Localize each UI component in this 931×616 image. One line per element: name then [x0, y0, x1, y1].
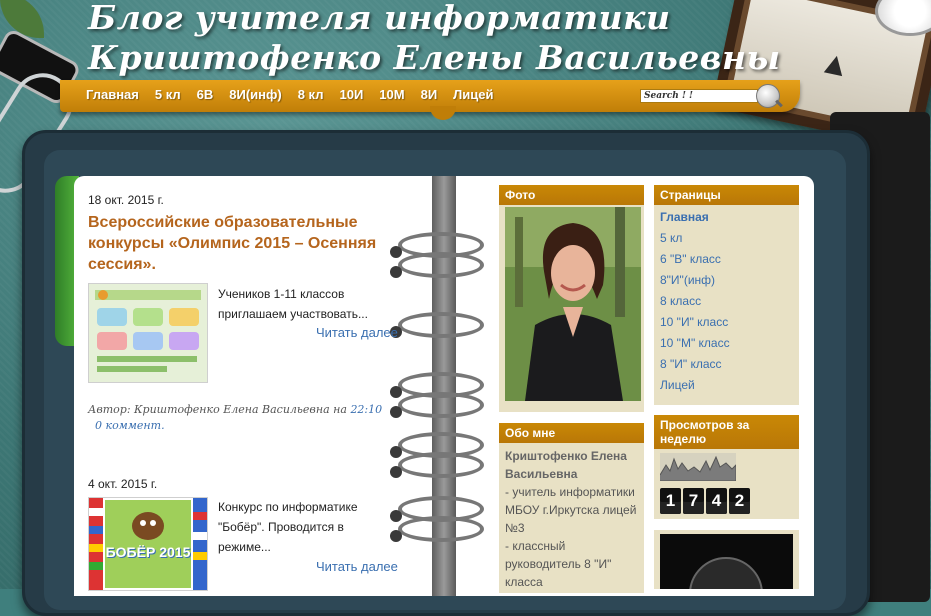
read-more-link[interactable]: Читать далее: [316, 325, 398, 340]
counter-digit: 4: [706, 488, 727, 514]
author-name: Криштофенко Елена Васильевна: [505, 449, 627, 481]
views-widget-title: Просмотров за неделю: [654, 415, 799, 449]
nav-item-10m[interactable]: 10М: [379, 87, 404, 102]
page-link-10m[interactable]: 10 "М" класс: [654, 333, 799, 354]
views-widget: Просмотров за неделю 1 7 4 2: [654, 415, 799, 519]
views-sparkline: [659, 453, 737, 482]
post-date: 4 окт. 2015 г.: [88, 477, 158, 491]
author-photo: [505, 207, 641, 401]
extra-widget: [654, 530, 799, 589]
nav-item-8kl[interactable]: 8 кл: [298, 87, 324, 102]
binder-ring: [390, 312, 484, 338]
photo-widget-title: Фото: [499, 185, 644, 205]
blog-title: Блог учителя информатики Криштофенко Еле…: [88, 0, 781, 77]
views-counter: 1 7 4 2: [660, 488, 793, 514]
page-link-lyceum[interactable]: Лицей: [654, 375, 799, 396]
clock-widget: [660, 534, 793, 589]
nav-menu: Главная 5 кл 6В 8И(инф) 8 кл 10И 10М 8И …: [86, 87, 510, 102]
about-widget: Обо мне Криштофенко Елена Васильевна - у…: [499, 423, 644, 593]
about-line: - классный руководитель 8 "И" класса: [505, 539, 612, 589]
page-link-8i-inf[interactable]: 8"И"(инф): [654, 270, 799, 291]
nav-item-6v[interactable]: 6В: [197, 87, 214, 102]
binder-ring: [390, 392, 484, 418]
counter-digit: 2: [729, 488, 750, 514]
post-thumbnail[interactable]: БОБЁР 2015: [88, 497, 208, 591]
author-text: Автор: Криштофенко Елена Васильевна на: [88, 403, 347, 416]
about-line: - учитель информатики МБОУ г.Иркутска ли…: [505, 485, 637, 535]
post-excerpt: Конкурс по информатике "Бобёр". Проводит…: [218, 500, 358, 554]
read-more-link[interactable]: Читать далее: [316, 559, 398, 574]
page-link-6v[interactable]: 6 "В" класс: [654, 249, 799, 270]
binder-ring: [390, 516, 484, 542]
page-link-5kl[interactable]: 5 кл: [654, 228, 799, 249]
pages-widget-title: Страницы: [654, 185, 799, 205]
about-widget-title: Обо мне: [499, 423, 644, 443]
nav-item-5kl[interactable]: 5 кл: [155, 87, 181, 102]
post-thumbnail[interactable]: [88, 283, 208, 383]
post-excerpt: Учеников 1-11 классов приглашаем участво…: [218, 287, 368, 321]
nav-item-10i[interactable]: 10И: [339, 87, 363, 102]
thumbnail-caption: БОБЁР 2015: [105, 544, 191, 560]
search-icon[interactable]: [756, 84, 780, 108]
nav-item-lyceum[interactable]: Лицей: [453, 87, 493, 102]
search-input[interactable]: Search ! !: [640, 89, 758, 103]
top-navigation-bar: Главная 5 кл 6В 8И(инф) 8 кл 10И 10М 8И …: [60, 80, 800, 120]
pages-widget: Страницы Главная 5 кл 6 "В" класс 8"И"(и…: [654, 185, 799, 405]
nav-item-8i-inf[interactable]: 8И(инф): [229, 87, 281, 102]
post-time-link[interactable]: 22:10: [350, 403, 382, 416]
nav-item-8i[interactable]: 8И: [421, 87, 438, 102]
comments-link[interactable]: 0 коммент.: [88, 419, 165, 432]
counter-digit: 7: [683, 488, 704, 514]
page-link-home[interactable]: Главная: [654, 207, 799, 228]
post-author-line: Автор: Криштофенко Елена Васильевна на 2…: [88, 402, 408, 434]
binder-ring: [390, 452, 484, 478]
photo-widget: Фото: [499, 185, 644, 412]
post-title-link[interactable]: Всероссийские образовательные конкурсы «…: [88, 212, 418, 275]
counter-digit: 1: [660, 488, 681, 514]
page-link-8i[interactable]: 8 "И" класс: [654, 354, 799, 375]
nav-item-home[interactable]: Главная: [86, 87, 139, 102]
page-link-10i[interactable]: 10 "И" класс: [654, 312, 799, 333]
eiffel-tower-icon: ▲: [816, 42, 855, 85]
page-link-8-class[interactable]: 8 класс: [654, 291, 799, 312]
post-date: 18 окт. 2015 г.: [88, 193, 164, 207]
